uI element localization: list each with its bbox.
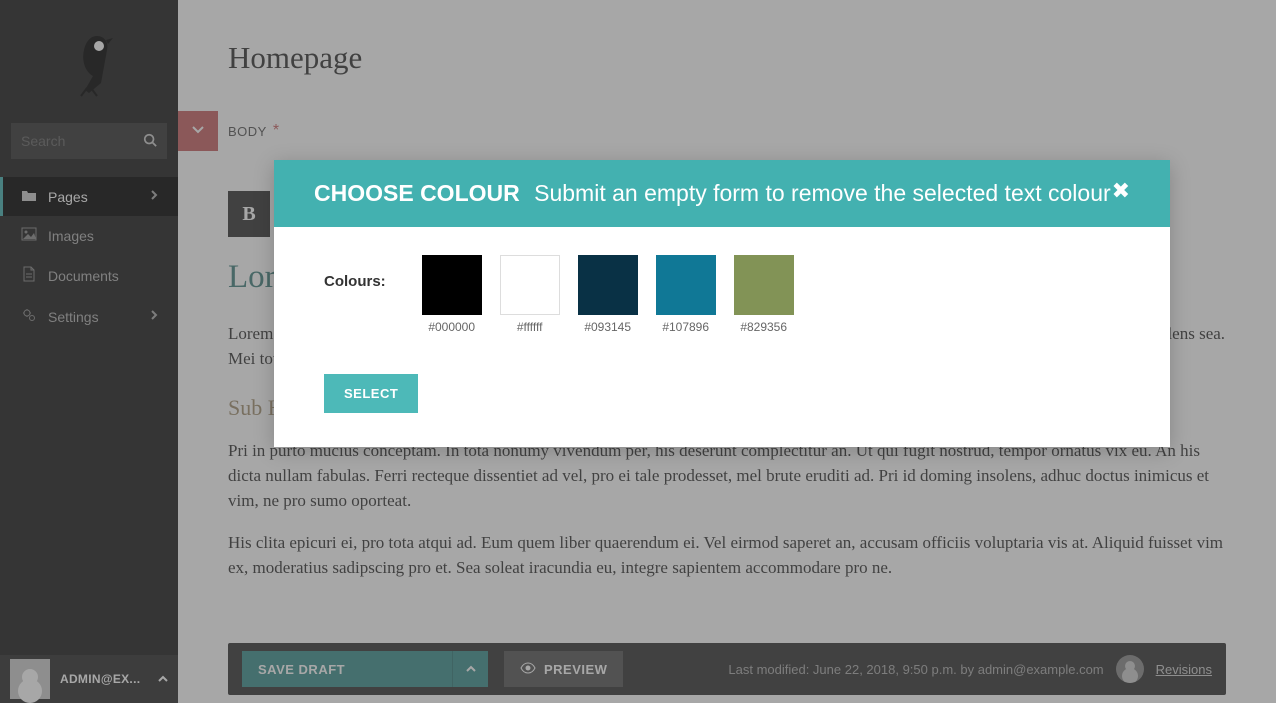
swatch-box: [734, 255, 794, 315]
swatch-box: [578, 255, 638, 315]
modal-body: Colours: #000000 #ffffff #093145 #107896…: [274, 227, 1170, 374]
colours-label: Colours:: [324, 273, 386, 290]
swatch-hex: #ffffff: [500, 320, 560, 334]
swatch-box: [422, 255, 482, 315]
colour-swatch-829356[interactable]: #829356: [734, 255, 794, 334]
colour-swatch-093145[interactable]: #093145: [578, 255, 638, 334]
modal-footer: SELECT: [274, 374, 1170, 447]
colour-modal: CHOOSE COLOUR Submit an empty form to re…: [274, 160, 1170, 447]
select-button[interactable]: SELECT: [324, 374, 418, 413]
colour-swatch-000000[interactable]: #000000: [422, 255, 482, 334]
colour-swatch-107896[interactable]: #107896: [656, 255, 716, 334]
swatch-hex: #093145: [578, 320, 638, 334]
modal-title-strong: CHOOSE COLOUR: [314, 180, 520, 206]
swatch-box: [500, 255, 560, 315]
colour-swatch-ffffff[interactable]: #ffffff: [500, 255, 560, 334]
close-icon[interactable]: ✖: [1112, 180, 1130, 202]
modal-title: CHOOSE COLOUR Submit an empty form to re…: [314, 180, 1111, 207]
swatch-box: [656, 255, 716, 315]
modal-subtitle: Submit an empty form to remove the selec…: [534, 180, 1111, 206]
modal-header: CHOOSE COLOUR Submit an empty form to re…: [274, 160, 1170, 227]
swatch-hex: #829356: [734, 320, 794, 334]
colour-swatches: #000000 #ffffff #093145 #107896 #829356: [422, 255, 794, 334]
swatch-hex: #107896: [656, 320, 716, 334]
swatch-hex: #000000: [422, 320, 482, 334]
